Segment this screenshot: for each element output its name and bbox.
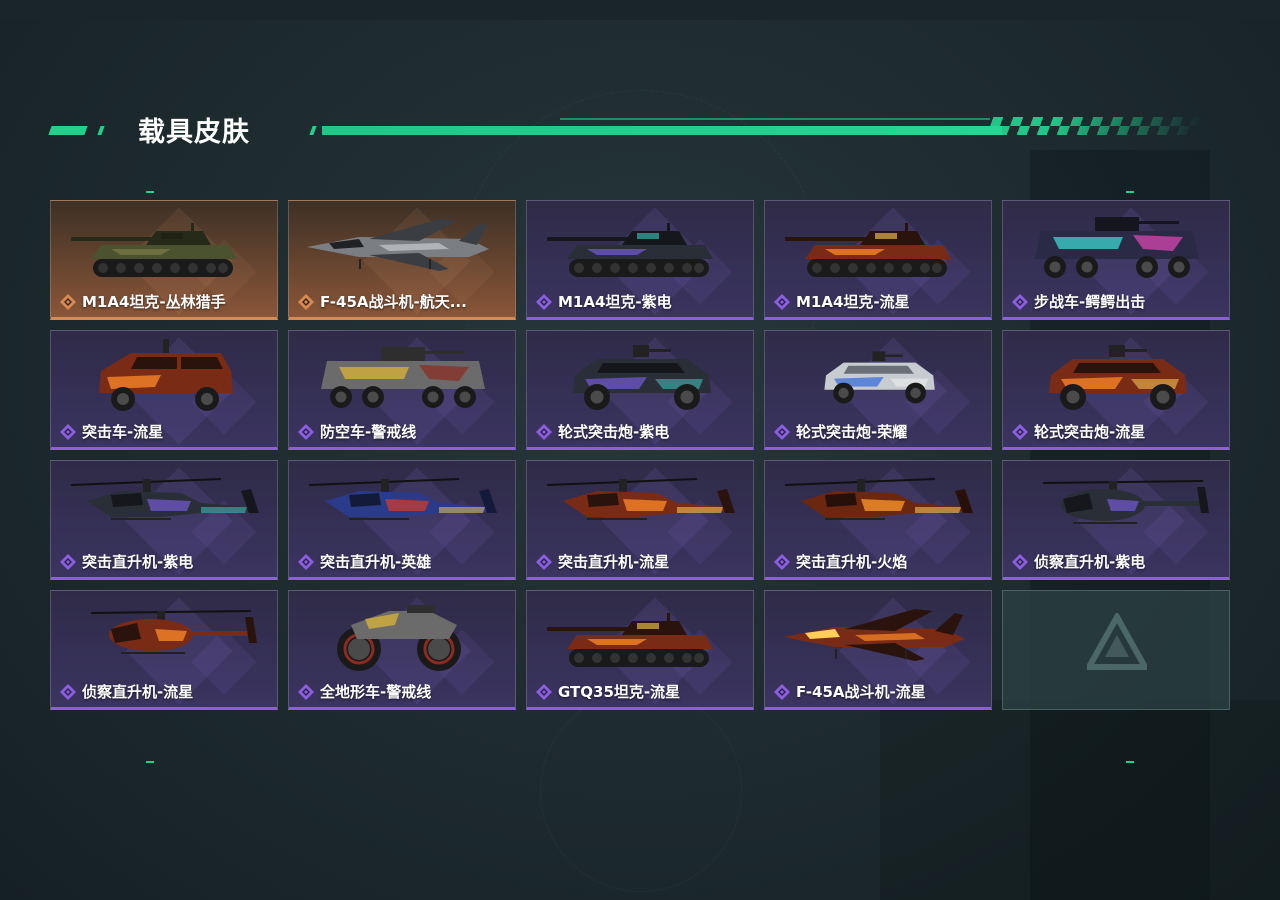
skin-card[interactable]: 轮式突击炮-流星: [1002, 330, 1230, 450]
skin-label: 轮式突击炮-流星: [1012, 421, 1145, 442]
skin-label: M1A4坦克-紫电: [536, 291, 672, 312]
skin-label: GTQ35坦克-流星: [536, 681, 680, 702]
skin-name: F-45A战斗机-航天...: [320, 293, 467, 311]
empty-skin-slot: [1002, 590, 1230, 710]
skin-label: 突击直升机-紫电: [60, 551, 193, 572]
skin-label: 突击车-流星: [60, 421, 163, 442]
skin-label: 步战车-鳄鳄出击: [1012, 291, 1145, 312]
skin-card[interactable]: GTQ35坦克-流星: [526, 590, 754, 710]
skin-name: M1A4坦克-丛林猎手: [82, 293, 226, 311]
skin-grid: M1A4坦克-丛林猎手 F-45A战斗机-航天... M1A4坦克-紫电 M1A…: [50, 200, 1230, 710]
skin-label: 突击直升机-火焰: [774, 551, 907, 572]
skin-name: 步战车-鳄鳄出击: [1034, 293, 1146, 311]
skin-card[interactable]: 轮式突击炮-荣耀: [764, 330, 992, 450]
skin-card[interactable]: 侦察直升机-紫电: [1002, 460, 1230, 580]
header-line: [322, 126, 1002, 135]
skin-label: F-45A战斗机-航天...: [298, 291, 467, 312]
epic-rarity-icon: [1012, 293, 1028, 310]
background-ring: [540, 690, 742, 892]
epic-rarity-icon: [298, 553, 314, 570]
skin-card[interactable]: 突击直升机-流星: [526, 460, 754, 580]
epic-rarity-icon: [60, 553, 76, 570]
skin-label: M1A4坦克-丛林猎手: [60, 291, 226, 312]
skin-name: F-45A战斗机-流星: [796, 683, 926, 701]
skin-label: 全地形车-警戒线: [298, 681, 431, 702]
skin-card[interactable]: M1A4坦克-流星: [764, 200, 992, 320]
skin-card[interactable]: 步战车-鳄鳄出击: [1002, 200, 1230, 320]
skin-label: 轮式突击炮-紫电: [536, 421, 669, 442]
epic-rarity-icon: [298, 423, 314, 440]
legendary-rarity-icon: [60, 293, 76, 310]
epic-rarity-icon: [60, 683, 76, 700]
epic-rarity-icon: [536, 683, 552, 700]
skin-name: 轮式突击炮-紫电: [558, 423, 670, 441]
corner-tick: [146, 191, 154, 193]
skin-card[interactable]: M1A4坦克-丛林猎手: [50, 200, 278, 320]
skin-card[interactable]: 突击车-流星: [50, 330, 278, 450]
skin-label: 防空车-警戒线: [298, 421, 416, 442]
epic-rarity-icon: [60, 423, 76, 440]
skin-name: 侦察直升机-紫电: [1034, 553, 1146, 571]
epic-rarity-icon: [1012, 423, 1028, 440]
skin-name: 轮式突击炮-流星: [1034, 423, 1146, 441]
skin-name: M1A4坦克-流星: [796, 293, 910, 311]
epic-rarity-icon: [774, 293, 790, 310]
skin-name: 全地形车-警戒线: [320, 683, 432, 701]
skin-card[interactable]: 突击直升机-英雄: [288, 460, 516, 580]
skin-name: 侦察直升机-流星: [82, 683, 194, 701]
legendary-rarity-icon: [298, 293, 314, 310]
skin-label: 轮式突击炮-荣耀: [774, 421, 907, 442]
epic-rarity-icon: [536, 423, 552, 440]
epic-rarity-icon: [536, 293, 552, 310]
epic-rarity-icon: [774, 553, 790, 570]
epic-rarity-icon: [298, 683, 314, 700]
epic-rarity-icon: [774, 683, 790, 700]
header-checker-pattern: [986, 117, 1204, 135]
skin-card[interactable]: F-45A战斗机-流星: [764, 590, 992, 710]
skin-label: 突击直升机-流星: [536, 551, 669, 572]
skin-name: 突击车-流星: [82, 423, 164, 441]
skin-label: F-45A战斗机-流星: [774, 681, 926, 702]
skin-card[interactable]: 突击直升机-紫电: [50, 460, 278, 580]
skin-name: GTQ35坦克-流星: [558, 683, 681, 701]
skin-label: 侦察直升机-紫电: [1012, 551, 1145, 572]
epic-rarity-icon: [1012, 553, 1028, 570]
skin-card[interactable]: 突击直升机-火焰: [764, 460, 992, 580]
skin-label: M1A4坦克-流星: [774, 291, 910, 312]
skin-card[interactable]: 侦察直升机-流星: [50, 590, 278, 710]
header-thin-line: [560, 118, 990, 120]
game-logo-icon: [1087, 613, 1147, 670]
top-bar: [0, 0, 1280, 20]
skin-card[interactable]: 防空车-警戒线: [288, 330, 516, 450]
skin-name: 突击直升机-英雄: [320, 553, 432, 571]
skin-card[interactable]: 全地形车-警戒线: [288, 590, 516, 710]
corner-tick: [1126, 191, 1134, 193]
skin-name: 突击直升机-紫电: [82, 553, 194, 571]
epic-rarity-icon: [774, 423, 790, 440]
corner-tick: [146, 761, 154, 763]
skin-label: 侦察直升机-流星: [60, 681, 193, 702]
skin-label: 突击直升机-英雄: [298, 551, 431, 572]
skin-card[interactable]: M1A4坦克-紫电: [526, 200, 754, 320]
skin-card[interactable]: 轮式突击炮-紫电: [526, 330, 754, 450]
header-accent: [48, 126, 88, 135]
header-accent: [97, 126, 105, 135]
skin-name: 轮式突击炮-荣耀: [796, 423, 908, 441]
epic-rarity-icon: [536, 553, 552, 570]
skin-card[interactable]: F-45A战斗机-航天...: [288, 200, 516, 320]
corner-tick: [1126, 761, 1134, 763]
skin-name: M1A4坦克-紫电: [558, 293, 672, 311]
skin-name: 突击直升机-火焰: [796, 553, 908, 571]
page-title: 载具皮肤: [138, 117, 250, 148]
skin-name: 防空车-警戒线: [320, 423, 417, 441]
skin-name: 突击直升机-流星: [558, 553, 670, 571]
background-rubble: [880, 700, 1280, 900]
header-accent: [309, 126, 317, 135]
